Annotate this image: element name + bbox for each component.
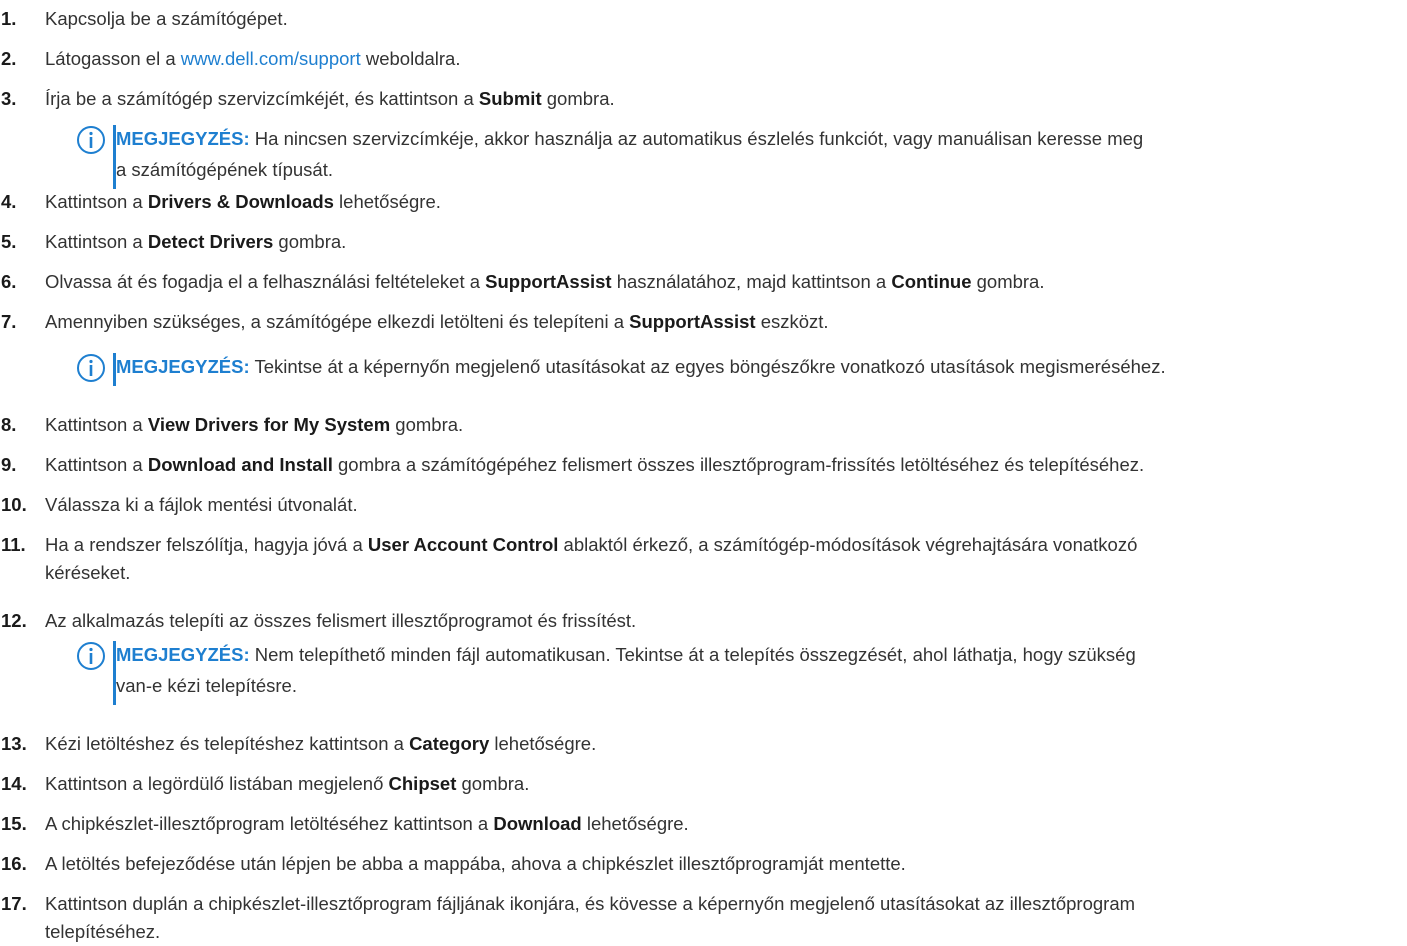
instruction-document: 1. Kapcsolja be a számítógépet. 2. Látogass…: [0, 0, 1407, 946]
text-run: ablaktól érkező, a számítógép-módosításo…: [558, 534, 1138, 555]
step-number: 17.: [1, 893, 27, 914]
text-run: Kattintson duplán a chipkészlet-illesztő…: [45, 893, 1136, 914]
note-label: MEGJEGYZÉS:: [116, 128, 250, 149]
text-run: gombra a számítógépéhez felismert összes…: [332, 454, 1145, 475]
text-run: Válassza ki a fájlok mentési útvonalát.: [45, 494, 358, 515]
info-icon: [77, 642, 105, 670]
step-text: Ha a rendszer felszólítja, hagyja jóvá a…: [45, 531, 1400, 586]
text-run: A chipkészlet-illesztőprogram letöltéséh…: [45, 813, 494, 834]
step-text: Kattintson a Drivers & Downloads lehetős…: [45, 188, 1400, 216]
ui-term: Detect Drivers: [147, 231, 274, 252]
note-label: MEGJEGYZÉS:: [116, 644, 250, 665]
step-number: 14.: [1, 773, 27, 794]
step-text: Kézi letöltéshez és telepítéshez kattint…: [45, 730, 1400, 758]
text-run: Az alkalmazás telepíti az összes felisme…: [45, 610, 637, 631]
step-text: Válassza ki a fájlok mentési útvonalát.: [45, 491, 1400, 519]
note-block: MEGJEGYZÉS: Tekintse át a képernyőn megj…: [76, 351, 1386, 386]
step-number: 2.: [1, 48, 17, 69]
text-run: Kattintson a: [45, 414, 148, 435]
ui-term: SupportAssist: [485, 271, 612, 292]
step-number: 10.: [1, 494, 27, 515]
note-text: MEGJEGYZÉS: Ha nincsen szervizcímkéje, a…: [116, 123, 1386, 185]
ui-term: User Account Control: [367, 534, 559, 555]
step-number: 5.: [1, 231, 17, 252]
ui-term: Download and Install: [147, 454, 333, 475]
text-run: Olvassa át és fogadja el a felhasználási…: [45, 271, 486, 292]
support-link[interactable]: www.dell.com/support: [181, 48, 361, 69]
text-run: Kattintson a legördülő listában megjelen…: [45, 773, 389, 794]
step-text: A chipkészlet-illesztőprogram letöltéséh…: [45, 810, 1400, 838]
text-run: eszközt.: [755, 311, 829, 332]
ui-term: Category: [409, 733, 490, 754]
ui-term: Drivers & Downloads: [147, 191, 334, 212]
text-run: Kézi letöltéshez és telepítéshez kattint…: [45, 733, 410, 754]
text-run: A letöltés befejeződése után lépjen be a…: [45, 853, 906, 874]
info-icon: [77, 354, 105, 382]
step-text: Az alkalmazás telepíti az összes felisme…: [45, 607, 1400, 635]
ui-term: Chipset: [388, 773, 457, 794]
text-run: Írja be a számítógép szervizcímkéjét, és…: [45, 88, 479, 109]
note-text: MEGJEGYZÉS: Tekintse át a képernyőn megj…: [116, 351, 1386, 382]
step-text: Olvassa át és fogadja el a felhasználási…: [45, 268, 1400, 296]
note-block: MEGJEGYZÉS: Nem telepíthető minden fájl …: [76, 639, 1386, 705]
ui-term: Continue: [891, 271, 972, 292]
note-text: MEGJEGYZÉS: Nem telepíthető minden fájl …: [116, 639, 1386, 701]
step-text: Látogasson el a www.dell.com/support web…: [45, 45, 1400, 73]
info-icon: [77, 126, 105, 154]
step-number: 13.: [1, 733, 27, 754]
text-run: kéréseket.: [45, 561, 131, 583]
note-line: Tekintse át a képernyőn megjelenő utasít…: [249, 356, 1166, 377]
text-run: telepítéséhez.: [45, 920, 161, 942]
text-run: lehetőségre.: [581, 813, 689, 834]
step-number: 11.: [1, 534, 26, 555]
step-number: 3.: [1, 88, 17, 109]
text-run: Kattintson a: [45, 231, 148, 252]
text-run: lehetőségre.: [333, 191, 441, 212]
step-number: 16.: [1, 853, 27, 874]
note-line: a számítógépének típusát.: [116, 159, 333, 180]
step-number: 4.: [1, 191, 17, 212]
note-block: MEGJEGYZÉS: Ha nincsen szervizcímkéje, a…: [76, 123, 1386, 189]
text-run: gombra.: [273, 231, 347, 252]
step-text: Kattintson a View Drivers for My System …: [45, 411, 1400, 439]
ui-term: Download: [493, 813, 582, 834]
step-text: Kattintson duplán a chipkészlet-illesztő…: [45, 890, 1400, 945]
text-run: Kapcsolja be a számítógépet.: [45, 8, 288, 29]
step-text: Írja be a számítógép szervizcímkéjét, és…: [45, 85, 1400, 113]
step-number: 15.: [1, 813, 27, 834]
note-line: Ha nincsen szervizcímkéje, akkor használ…: [249, 128, 1144, 149]
step-number: 8.: [1, 414, 17, 435]
step-text: Amennyiben szükséges, a számítógépe elke…: [45, 308, 1400, 336]
note-line: van-e kézi telepítésre.: [116, 675, 297, 696]
text-run: gombra.: [390, 414, 464, 435]
note-line: Nem telepíthető minden fájl automatikusa…: [249, 644, 1136, 665]
step-text: Kattintson a legördülő listában megjelen…: [45, 770, 1400, 798]
step-number: 12.: [1, 610, 27, 631]
text-run: Amennyiben szükséges, a számítógépe elke…: [45, 311, 630, 332]
step-number: 9.: [1, 454, 17, 475]
note-label: MEGJEGYZÉS:: [116, 356, 250, 377]
text-run: weboldalra.: [360, 48, 461, 69]
text-run: gombra.: [456, 773, 530, 794]
text-run: lehetőségre.: [489, 733, 597, 754]
ui-term: SupportAssist: [629, 311, 756, 332]
text-run: Látogasson el a: [45, 48, 181, 69]
text-run: gombra.: [541, 88, 615, 109]
step-number: 6.: [1, 271, 17, 292]
text-run: Ha a rendszer felszólítja, hagyja jóvá a: [45, 534, 368, 555]
text-run: Kattintson a: [45, 454, 148, 475]
step-text: Kapcsolja be a számítógépet.: [45, 5, 1400, 33]
text-run: Kattintson a: [45, 191, 148, 212]
step-text: Kattintson a Detect Drivers gombra.: [45, 228, 1400, 256]
text-run: gombra.: [971, 271, 1045, 292]
step-text: Kattintson a Download and Install gombra…: [45, 451, 1400, 479]
step-number: 7.: [1, 311, 17, 332]
step-text: A letöltés befejeződése után lépjen be a…: [45, 850, 1400, 878]
ui-term: View Drivers for My System: [147, 414, 391, 435]
text-run: használatához, majd kattintson a: [611, 271, 892, 292]
ui-term: Submit: [478, 88, 542, 109]
step-number: 1.: [1, 8, 17, 29]
